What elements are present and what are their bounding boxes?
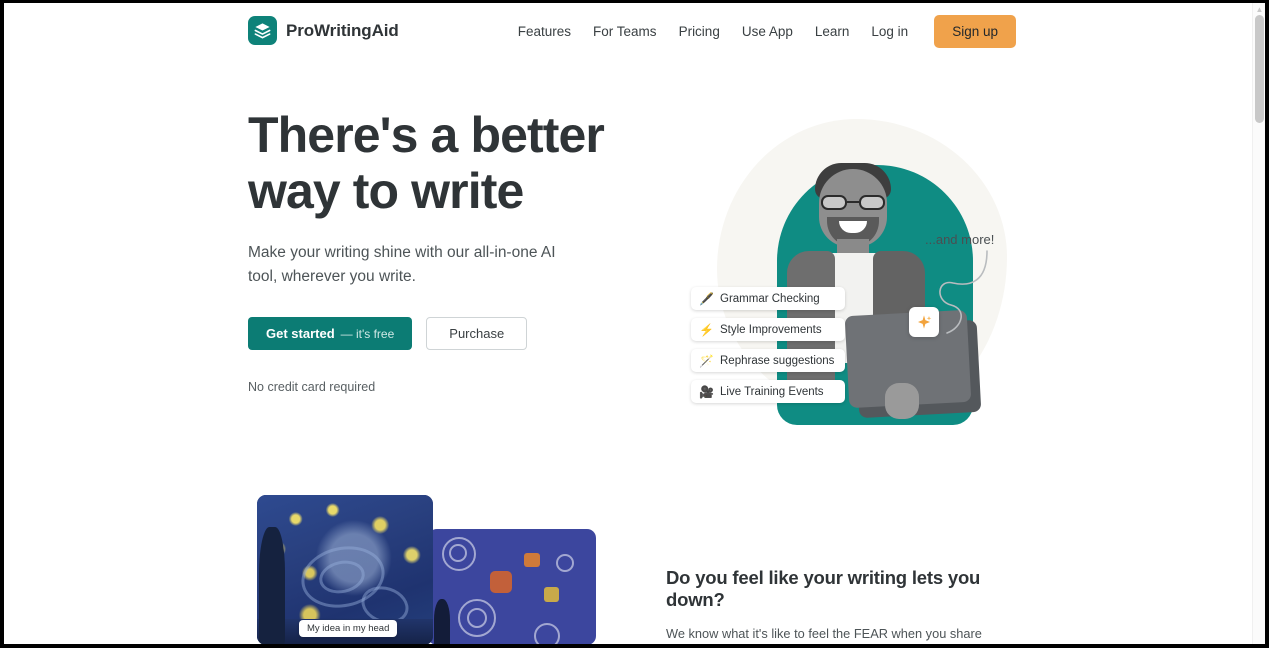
scrollbar-thumb[interactable] xyxy=(1255,15,1264,123)
feature-pill-label: Live Training Events xyxy=(720,385,824,398)
starry-night-card: My idea in my head xyxy=(257,495,433,644)
writing-lets-you-down-section: My idea in my head Do you feel like your… xyxy=(4,489,1252,644)
get-started-label: Get started xyxy=(266,326,335,342)
section-two-heading: Do you feel like your writing lets you d… xyxy=(666,567,981,610)
hero-heading: There's a better way to write xyxy=(248,107,605,219)
lightning-bolt-icon: ⚡ xyxy=(699,322,714,337)
glasses-lens-right xyxy=(859,195,885,210)
nav-item-features[interactable]: Features xyxy=(507,16,582,47)
feature-pill-grammar-checking: 🖋️ Grammar Checking xyxy=(691,287,846,310)
feature-pill-label: Grammar Checking xyxy=(720,292,820,305)
brand-name: ProWritingAid xyxy=(286,20,399,40)
feature-pill-live-training-events: 🎥 Live Training Events xyxy=(691,380,846,403)
feature-pill-style-improvements: ⚡ Style Improvements xyxy=(691,318,846,341)
get-started-sublabel: — it's free xyxy=(340,326,395,341)
prowritingaid-logo-icon xyxy=(248,16,277,45)
glasses-lens-left xyxy=(821,195,847,210)
glasses-icon xyxy=(821,195,885,210)
hero-subheading: Make your writing shine with our all-in-… xyxy=(248,244,556,286)
section-two-body: We know what it's like to feel the FEAR … xyxy=(666,626,982,641)
idea-in-my-head-label: My idea in my head xyxy=(299,620,398,637)
doodle-star xyxy=(544,587,559,602)
doodle-spiral xyxy=(449,544,467,562)
hero-section: There's a better way to write Make your … xyxy=(4,59,1252,489)
doodle-star xyxy=(524,553,540,567)
page-content: ProWritingAid Features For Teams Pricing… xyxy=(4,3,1252,644)
doodle-cypress-tree xyxy=(434,599,450,644)
feather-pen-icon: 🖋️ xyxy=(699,291,714,306)
hero-illustration: 🖋️ Grammar Checking ⚡ Style Improvements… xyxy=(659,99,1019,444)
browser-window-frame: ProWritingAid Features For Teams Pricing… xyxy=(0,0,1269,648)
feature-pill-label: Rephrase suggestions xyxy=(720,354,835,367)
get-started-button[interactable]: Get started — it's free xyxy=(248,317,413,351)
painting-cypress-tree xyxy=(259,527,285,644)
sign-up-button[interactable]: Sign up xyxy=(934,15,1016,48)
section-two-copy: Do you feel like your writing lets you d… xyxy=(666,567,1016,644)
before-after-illustration: My idea in my head xyxy=(248,495,598,644)
hero-copy: There's a better way to write Make your … xyxy=(248,107,648,394)
doodle-spiral xyxy=(467,608,487,628)
vertical-scrollbar[interactable]: ▲ xyxy=(1252,3,1265,644)
brand-logo-link[interactable]: ProWritingAid xyxy=(248,16,399,45)
doodle-spiral xyxy=(556,554,574,572)
no-credit-card-note: No credit card required xyxy=(248,380,376,395)
nav-item-log-in[interactable]: Log in xyxy=(860,16,919,47)
movie-camera-icon: 🎥 xyxy=(699,384,714,399)
site-header: ProWritingAid Features For Teams Pricing… xyxy=(4,3,1252,59)
nav-item-learn[interactable]: Learn xyxy=(804,16,861,47)
hero-cta-group: Get started — it's free Purchase xyxy=(248,317,648,351)
sparkle-icon xyxy=(918,315,932,329)
purchase-button[interactable]: Purchase xyxy=(426,317,528,351)
crude-drawing-card xyxy=(428,529,596,644)
nav-item-for-teams[interactable]: For Teams xyxy=(582,16,668,47)
feature-pill-label: Style Improvements xyxy=(720,323,822,336)
sparkle-badge xyxy=(909,307,939,337)
doodle-star xyxy=(490,571,512,593)
main-navigation: Features For Teams Pricing Use App Learn… xyxy=(507,15,1016,48)
doodle-spiral xyxy=(534,623,560,644)
scrollbar-up-arrow-icon[interactable]: ▲ xyxy=(1255,5,1264,14)
page-viewport: ProWritingAid Features For Teams Pricing… xyxy=(4,3,1265,644)
glasses-bridge xyxy=(847,201,859,203)
person-hand xyxy=(885,383,919,419)
nav-item-use-app[interactable]: Use App xyxy=(731,16,804,47)
magic-wand-icon: 🪄 xyxy=(699,353,714,368)
and-more-label: ...and more! xyxy=(925,232,995,247)
feature-pill-list: 🖋️ Grammar Checking ⚡ Style Improvements… xyxy=(691,287,846,403)
feature-pill-rephrase-suggestions: 🪄 Rephrase suggestions xyxy=(691,349,846,372)
nav-item-pricing[interactable]: Pricing xyxy=(668,16,731,47)
